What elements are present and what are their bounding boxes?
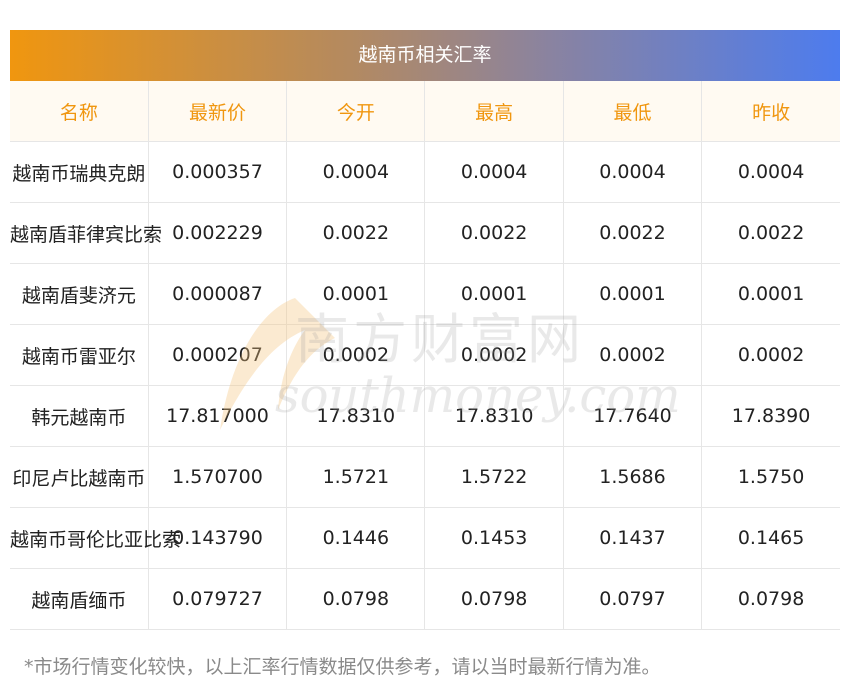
cell-low: 0.0002 — [563, 324, 703, 386]
cell-latest: 0.079727 — [148, 568, 288, 630]
cell-latest: 17.817000 — [148, 385, 288, 447]
cell-prev-close: 0.0001 — [701, 263, 840, 325]
col-header-prev-close: 昨收 — [701, 81, 840, 142]
col-header-latest: 最新价 — [148, 81, 288, 142]
cell-high: 0.0798 — [424, 568, 564, 630]
rates-table: 名称 最新价 今开 最高 最低 昨收 越南币瑞典克朗 0.000357 0.00… — [10, 81, 840, 630]
cell-latest: 0.002229 — [148, 202, 288, 264]
table-row: 越南币哥伦比亚比索 0.143790 0.1446 0.1453 0.1437 … — [10, 507, 840, 569]
cell-open: 0.0022 — [286, 202, 426, 264]
cell-prev-close: 17.8390 — [701, 385, 840, 447]
cell-name: 印尼卢比越南币 — [10, 446, 149, 508]
cell-latest: 0.000087 — [148, 263, 288, 325]
table-row: 越南盾斐济元 0.000087 0.0001 0.0001 0.0001 0.0… — [10, 263, 840, 325]
col-header-high: 最高 — [424, 81, 564, 142]
cell-low: 0.0022 — [563, 202, 703, 264]
cell-name: 韩元越南币 — [10, 385, 149, 447]
cell-latest: 0.000207 — [148, 324, 288, 386]
cell-prev-close: 0.0798 — [701, 568, 840, 630]
cell-open: 0.0004 — [286, 141, 426, 203]
cell-name: 越南币哥伦比亚比索 — [10, 507, 181, 569]
col-header-low: 最低 — [563, 81, 703, 142]
table-row: 韩元越南币 17.817000 17.8310 17.8310 17.7640 … — [10, 385, 840, 447]
cell-low: 1.5686 — [563, 446, 703, 508]
cell-latest: 1.570700 — [148, 446, 288, 508]
cell-high: 17.8310 — [424, 385, 564, 447]
cell-open: 17.8310 — [286, 385, 426, 447]
cell-prev-close: 0.0022 — [701, 202, 840, 264]
table-row: 越南盾菲律宾比索 0.002229 0.0022 0.0022 0.0022 0… — [10, 202, 840, 264]
cell-prev-close: 1.5750 — [701, 446, 840, 508]
cell-high: 0.0001 — [424, 263, 564, 325]
table-row: 越南币瑞典克朗 0.000357 0.0004 0.0004 0.0004 0.… — [10, 141, 840, 203]
cell-prev-close: 0.0004 — [701, 141, 840, 203]
table-title: 越南币相关汇率 — [10, 30, 840, 81]
cell-open: 0.1446 — [286, 507, 426, 569]
cell-low: 17.7640 — [563, 385, 703, 447]
disclaimer-note: *市场行情变化较快，以上汇率行情数据仅供参考，请以当时最新行情为准。 — [24, 656, 661, 678]
cell-high: 0.0002 — [424, 324, 564, 386]
header-row: 名称 最新价 今开 最高 最低 昨收 — [10, 81, 840, 142]
cell-high: 0.0022 — [424, 202, 564, 264]
cell-name: 越南币雷亚尔 — [10, 324, 149, 386]
table-row: 印尼卢比越南币 1.570700 1.5721 1.5722 1.5686 1.… — [10, 446, 840, 508]
cell-high: 0.1453 — [424, 507, 564, 569]
cell-low: 0.0004 — [563, 141, 703, 203]
cell-low: 0.0797 — [563, 568, 703, 630]
cell-high: 0.0004 — [424, 141, 564, 203]
cell-high: 1.5722 — [424, 446, 564, 508]
cell-prev-close: 0.1465 — [701, 507, 840, 569]
cell-low: 0.1437 — [563, 507, 703, 569]
rates-card: 越南币相关汇率 名称 最新价 今开 最高 最低 昨收 越南币瑞典克朗 0.000… — [10, 30, 840, 630]
table-row: 越南盾缅币 0.079727 0.0798 0.0798 0.0797 0.07… — [10, 568, 840, 630]
cell-name: 越南盾菲律宾比索 — [10, 202, 162, 264]
cell-name: 越南盾斐济元 — [10, 263, 149, 325]
cell-prev-close: 0.0002 — [701, 324, 840, 386]
col-header-name: 名称 — [10, 81, 149, 142]
cell-name: 越南币瑞典克朗 — [10, 141, 149, 203]
cell-open: 0.0798 — [286, 568, 426, 630]
cell-latest: 0.000357 — [148, 141, 288, 203]
cell-open: 0.0002 — [286, 324, 426, 386]
cell-open: 1.5721 — [286, 446, 426, 508]
table-row: 越南币雷亚尔 0.000207 0.0002 0.0002 0.0002 0.0… — [10, 324, 840, 386]
col-header-open: 今开 — [286, 81, 426, 142]
cell-open: 0.0001 — [286, 263, 426, 325]
cell-name: 越南盾缅币 — [10, 568, 149, 630]
cell-low: 0.0001 — [563, 263, 703, 325]
